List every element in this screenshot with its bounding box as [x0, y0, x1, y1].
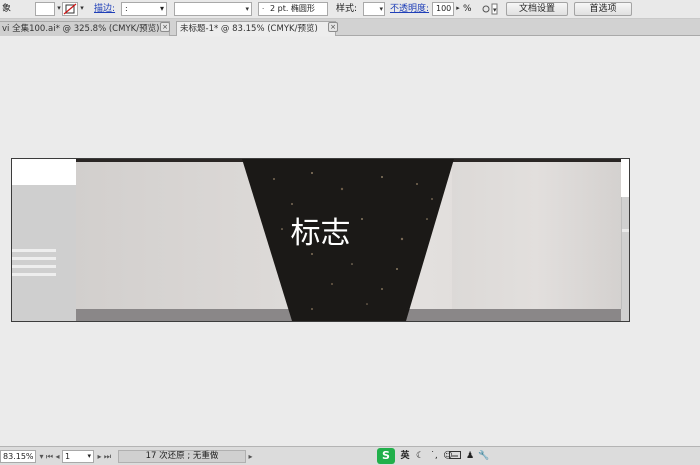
left-stripe [12, 257, 56, 260]
chevron-down-icon[interactable]: ▾ [379, 3, 383, 15]
opacity-unit: % [463, 4, 472, 14]
banner-artwork[interactable] [12, 159, 629, 321]
opacity-arrow-icon[interactable]: ▸ [454, 2, 462, 16]
tab-vi-collection[interactable]: vi 全集100.ai* @ 325.8% (CMYK/预览) [0, 21, 170, 36]
brush-value: 2 pt. 椭圆形 [270, 4, 315, 13]
zoom-value: 83.15% [3, 452, 34, 461]
status-bar: 83.15% ▾ ⏮ ◂ 1 ▾ ▸ ⏭ 17 次还原 ; 无重做 ▸ S 英 … [0, 446, 700, 465]
opacity-link[interactable]: 不透明度: [390, 2, 432, 16]
last-artboard-icon[interactable]: ⏭ [103, 450, 112, 463]
document-tabs: vi 全集100.ai* @ 325.8% (CMYK/预览) × 未标题-1*… [0, 19, 700, 36]
tab-label: 未标题-1* @ 83.15% (CMYK/预览) [180, 24, 318, 34]
control-bar: 象 ▾ ▾ 描边: : ▾ ▾ · 2 pt. 椭圆形 样式: ▾ 不透明度: … [0, 0, 700, 19]
opacity-value: 100 [436, 4, 452, 13]
tab-label: vi 全集100.ai* @ 325.8% (CMYK/预览) [2, 24, 160, 34]
document-setup-button[interactable]: 文档设置 [506, 2, 568, 16]
left-panel-top [12, 159, 76, 185]
graphic-style-swatch[interactable]: ▾ [363, 2, 385, 16]
chevron-down-icon[interactable]: ▾ [87, 451, 91, 462]
previous-artboard-icon[interactable]: ◂ [53, 450, 62, 463]
stroke-link[interactable]: 描边: [94, 2, 120, 16]
preferences-button[interactable]: 首选项 [574, 2, 632, 16]
keyboard-icon[interactable] [448, 450, 462, 463]
stroke-dropdown-icon[interactable]: ▾ [78, 2, 86, 16]
opacity-field[interactable]: 100 [432, 2, 454, 16]
recolor-artwork-icon[interactable]: ▾ [480, 2, 498, 16]
close-icon[interactable]: × [160, 22, 170, 32]
no-stroke-icon [63, 3, 77, 15]
punctuation-icon[interactable]: ˙, [428, 450, 440, 463]
stroke-weight-spinner[interactable]: : [125, 4, 128, 13]
keyboard-glyph [449, 451, 461, 459]
status-message[interactable]: 17 次还原 ; 无重做 [118, 450, 246, 463]
close-icon[interactable]: × [328, 22, 338, 32]
chevron-down-icon[interactable]: ▾ [160, 3, 164, 15]
svg-text:▾: ▾ [493, 6, 497, 14]
artboard-number-field[interactable]: 1 ▾ [62, 450, 94, 463]
artboard[interactable]: 标志 [11, 158, 630, 322]
recolor-icon: ▾ [482, 3, 498, 15]
right-panel [621, 197, 629, 321]
left-panel [12, 185, 76, 321]
ime-language[interactable]: 英 [398, 450, 412, 463]
chevron-down-icon[interactable]: ▾ [245, 3, 249, 15]
zoom-field[interactable]: 83.15% [0, 450, 36, 463]
tab-untitled[interactable]: 未标题-1* @ 83.15% (CMYK/预览) [176, 21, 336, 36]
left-stripe [12, 249, 56, 252]
stroke-weight-field[interactable]: : ▾ [121, 2, 167, 16]
fill-swatch[interactable] [35, 2, 55, 16]
brush-definition[interactable]: · 2 pt. 椭圆形 [258, 2, 328, 16]
variable-width-profile[interactable]: ▾ [174, 2, 252, 16]
left-stripe [12, 265, 56, 268]
banner-wall-right [452, 159, 621, 309]
status-menu-icon[interactable]: ▸ [246, 450, 255, 463]
moon-icon[interactable]: ☾ [414, 450, 426, 463]
style-label: 样式: [336, 4, 358, 14]
left-stripe [12, 273, 56, 276]
user-icon[interactable]: ♟ [464, 450, 476, 463]
brush-dot-icon: · [262, 5, 265, 13]
canvas-area[interactable]: 标志 [0, 37, 700, 446]
wrench-icon[interactable]: 🔧 [478, 450, 490, 463]
ime-logo-icon[interactable]: S [377, 448, 395, 464]
stroke-swatch[interactable] [62, 2, 78, 16]
object-label: 象 [2, 4, 12, 14]
artboard-number: 1 [65, 452, 71, 461]
